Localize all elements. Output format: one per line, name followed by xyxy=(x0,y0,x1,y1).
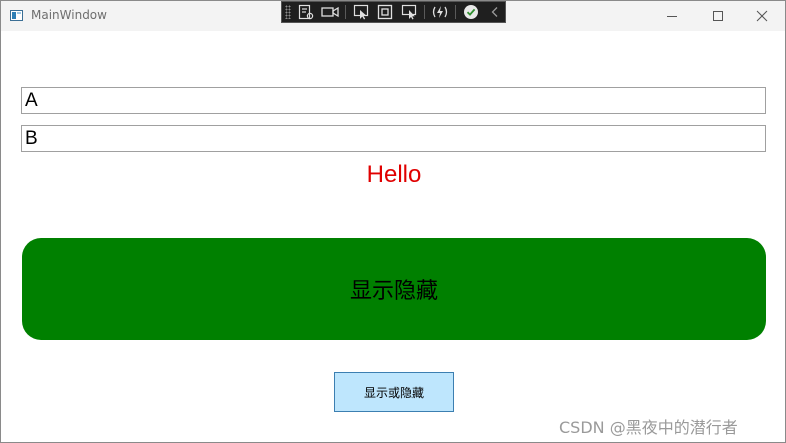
close-icon[interactable] xyxy=(739,1,785,31)
hot-reload-icon[interactable] xyxy=(431,4,449,20)
maximize-icon[interactable] xyxy=(695,1,741,31)
xaml-debug-toolbar xyxy=(281,1,506,23)
app-window-icon xyxy=(10,10,23,21)
toolbar-grip-icon[interactable] xyxy=(285,5,291,19)
hello-label: Hello xyxy=(366,161,422,188)
track-focus-icon[interactable] xyxy=(400,4,418,20)
select-element-icon[interactable] xyxy=(352,4,370,20)
collapse-chevron-icon[interactable] xyxy=(486,4,504,20)
live-visual-tree-icon[interactable] xyxy=(297,4,315,20)
toolbar-separator xyxy=(455,5,456,19)
toolbar-separator xyxy=(424,5,425,19)
video-camera-icon[interactable] xyxy=(321,4,339,20)
window-title: MainWindow xyxy=(31,8,107,22)
minimize-icon[interactable] xyxy=(649,1,695,31)
layout-adorner-icon[interactable] xyxy=(376,4,394,20)
text-input-a[interactable] xyxy=(21,87,766,114)
toggle-visibility-button[interactable]: 显示或隐藏 xyxy=(334,372,454,412)
watermark: CSDN @黑夜中的潜行者 xyxy=(559,418,738,437)
title-bar[interactable]: MainWindow xyxy=(1,1,785,31)
text-input-b[interactable] xyxy=(21,125,766,152)
checkmark-icon[interactable] xyxy=(462,4,480,20)
toggle-visibility-big-button[interactable]: 显示隐藏 xyxy=(22,238,766,340)
toolbar-separator xyxy=(345,5,346,19)
main-window: MainWindow A B Hello 显示隐藏 显示或隐藏 CSDN @黑夜… xyxy=(0,0,786,443)
big-button-label: 显示隐藏 xyxy=(349,279,438,304)
small-button-label: 显示或隐藏 xyxy=(363,385,424,400)
